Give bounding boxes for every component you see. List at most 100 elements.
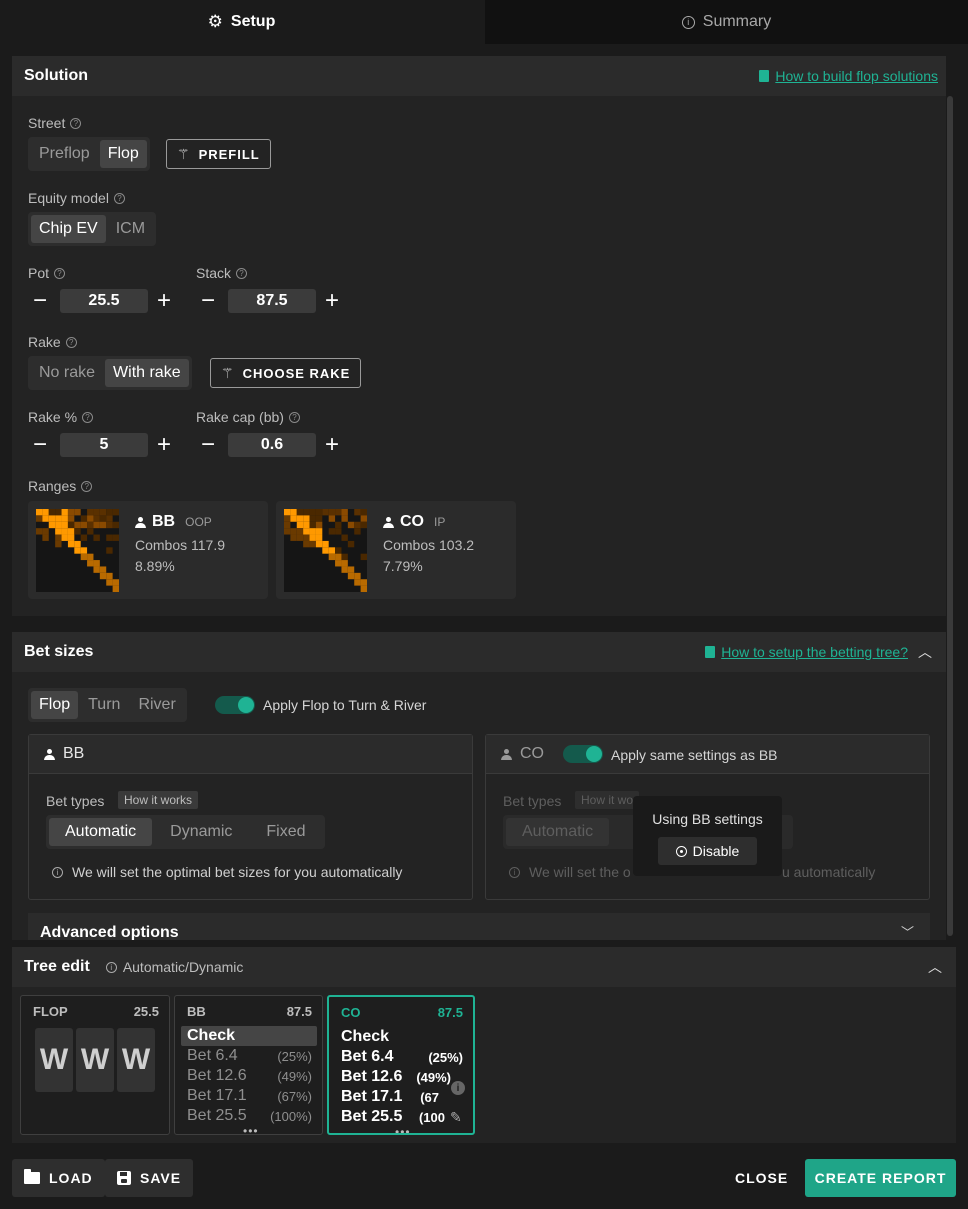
bb-note: i We will set the optimal bet sizes for … — [52, 864, 402, 880]
range-cell — [67, 509, 75, 516]
rake-option-no-rake[interactable]: No rake — [31, 359, 103, 387]
range-grid-bb — [36, 509, 119, 592]
range-cell — [296, 521, 304, 529]
help-icon[interactable]: ? — [82, 411, 94, 423]
user-icon — [135, 516, 146, 528]
range-cell — [74, 547, 81, 554]
tree-action-row[interactable]: Bet 12.6 (49%) — [187, 1066, 312, 1086]
stack-decrement-button[interactable]: − — [196, 289, 220, 313]
close-button[interactable]: CLOSE — [735, 1170, 788, 1186]
equity-option-chip-ev[interactable]: Chip EV — [31, 215, 106, 243]
range-card-co[interactable]: CO IP Combos 103.2 7.79% — [276, 501, 516, 599]
rake-pct-input[interactable]: 5 — [60, 433, 148, 457]
pot-increment-button[interactable]: + — [152, 289, 176, 313]
range-cell — [48, 521, 56, 529]
scrollbar[interactable] — [947, 96, 953, 936]
tree-action-row[interactable]: Bet 12.6 (49%) — [341, 1067, 451, 1087]
tree-action-row[interactable]: Bet 17.1 (67 — [341, 1087, 439, 1107]
tree-action-row[interactable]: Bet 6.4 (25%) — [187, 1046, 312, 1066]
load-button[interactable]: LOAD — [12, 1159, 105, 1197]
advanced-options-row[interactable]: Advanced options ﹀ — [28, 913, 930, 940]
range-card-bb[interactable]: BB OOP Combos 117.9 8.89% — [28, 501, 268, 599]
prefill-button[interactable]: ⚚ PREFILL — [166, 139, 271, 169]
help-icon[interactable]: ? — [113, 192, 125, 204]
tab-setup[interactable]: ⚙ Setup — [0, 0, 483, 44]
bet-type-dynamic[interactable]: Dynamic — [154, 818, 248, 846]
save-label: SAVE — [140, 1170, 182, 1186]
range-player-co: CO IP — [383, 513, 445, 531]
help-icon[interactable]: ? — [65, 336, 77, 348]
create-report-button[interactable]: CREATE REPORT — [805, 1159, 956, 1197]
range-cell — [87, 509, 94, 516]
range-cell — [284, 509, 291, 516]
help-icon[interactable]: ? — [81, 480, 93, 492]
range-cell — [341, 509, 348, 516]
help-icon[interactable]: ? — [70, 117, 82, 129]
tab-summary[interactable]: i Summary — [485, 0, 968, 44]
choose-rake-button[interactable]: ⚚ CHOOSE RAKE — [210, 358, 362, 388]
pot-input[interactable]: 25.5 — [60, 289, 148, 313]
pot-decrement-button[interactable]: − — [28, 289, 52, 313]
bet-street-turn[interactable]: Turn — [80, 691, 128, 719]
user-icon — [44, 748, 55, 760]
tree-node-flop[interactable]: FLOP 25.5 W W W — [20, 995, 170, 1135]
folder-icon — [24, 1169, 40, 1184]
range-cell — [360, 585, 367, 592]
chevron-up-icon[interactable]: ︿ — [918, 642, 932, 662]
board-card[interactable]: W — [35, 1028, 73, 1092]
more-icon[interactable]: ••• — [243, 1124, 259, 1134]
rake-pct-decrement-button[interactable]: − — [28, 433, 52, 457]
how-it-works-chip[interactable]: How it works — [118, 791, 199, 809]
rake-option-with-rake[interactable]: With rake — [105, 359, 189, 387]
board-card[interactable]: W — [117, 1028, 155, 1092]
stack-increment-button[interactable]: + — [320, 289, 344, 313]
betting-tree-help-link[interactable]: How to setup the betting tree? — [705, 644, 908, 660]
info-icon: i — [105, 961, 117, 973]
save-button[interactable]: SAVE — [105, 1159, 194, 1197]
tree-action-row[interactable]: Bet 25.5 (100 — [341, 1107, 445, 1127]
tree-action-row[interactable]: Check — [187, 1026, 312, 1046]
street-segmented: Preflop Flop — [28, 137, 150, 171]
info-icon[interactable]: i — [451, 1081, 465, 1095]
board-card[interactable]: W — [76, 1028, 114, 1092]
help-icon[interactable]: ? — [288, 411, 300, 423]
rake-cap-input[interactable]: 0.6 — [228, 433, 316, 457]
co-name: CO — [520, 745, 544, 762]
bet-street-river[interactable]: River — [130, 691, 183, 719]
range-cell — [67, 521, 75, 529]
equity-option-icm[interactable]: ICM — [108, 215, 153, 243]
tree-action-row[interactable]: Bet 17.1 (67%) — [187, 1086, 312, 1106]
range-cell — [93, 509, 100, 516]
more-icon[interactable]: ••• — [395, 1125, 411, 1133]
tree-node-bb[interactable]: BB 87.5 Check Bet 6.4 (25%) Bet 12.6 (49%)… — [174, 995, 323, 1135]
rake-cap-decrement-button[interactable]: − — [196, 433, 220, 457]
tree-action-row[interactable]: Check — [341, 1027, 439, 1047]
range-cell — [67, 540, 75, 548]
range-cell — [328, 509, 336, 516]
tree-node-label: CO — [341, 1005, 361, 1020]
street-option-preflop[interactable]: Preflop — [31, 140, 98, 168]
flop-solutions-help-link[interactable]: How to build flop solutions — [759, 68, 938, 84]
range-cell — [61, 534, 68, 541]
apply-flop-toggle[interactable] — [215, 696, 255, 714]
same-settings-toggle[interactable] — [563, 745, 603, 763]
street-option-flop[interactable]: Flop — [99, 140, 147, 168]
tree-action-row[interactable]: Bet 25.5 (100%) — [187, 1106, 312, 1126]
chevron-up-icon[interactable]: ︿ — [928, 957, 942, 977]
range-cell — [36, 509, 43, 516]
tree-node-co[interactable]: CO 87.5 Check Bet 6.4 (25%) Bet 12.6 (49%)… — [327, 995, 475, 1135]
pot-label-text: Pot — [28, 265, 50, 281]
tree-action-row[interactable]: Bet 6.4 (25%) — [341, 1047, 463, 1067]
action-pct: (25%) — [277, 1048, 312, 1064]
rake-cap-increment-button[interactable]: + — [320, 433, 344, 457]
disable-button[interactable]: Disable — [658, 837, 757, 865]
help-icon[interactable]: ? — [236, 267, 248, 279]
rake-pct-increment-button[interactable]: + — [152, 433, 176, 457]
bet-type-automatic[interactable]: Automatic — [49, 818, 153, 846]
bet-type-fixed[interactable]: Fixed — [250, 818, 321, 846]
bet-street-flop[interactable]: Flop — [31, 691, 79, 719]
range-cell — [93, 534, 100, 541]
stack-input[interactable]: 87.5 — [228, 289, 316, 313]
pencil-icon[interactable]: ✎ — [450, 1109, 462, 1126]
help-icon[interactable]: ? — [54, 267, 66, 279]
